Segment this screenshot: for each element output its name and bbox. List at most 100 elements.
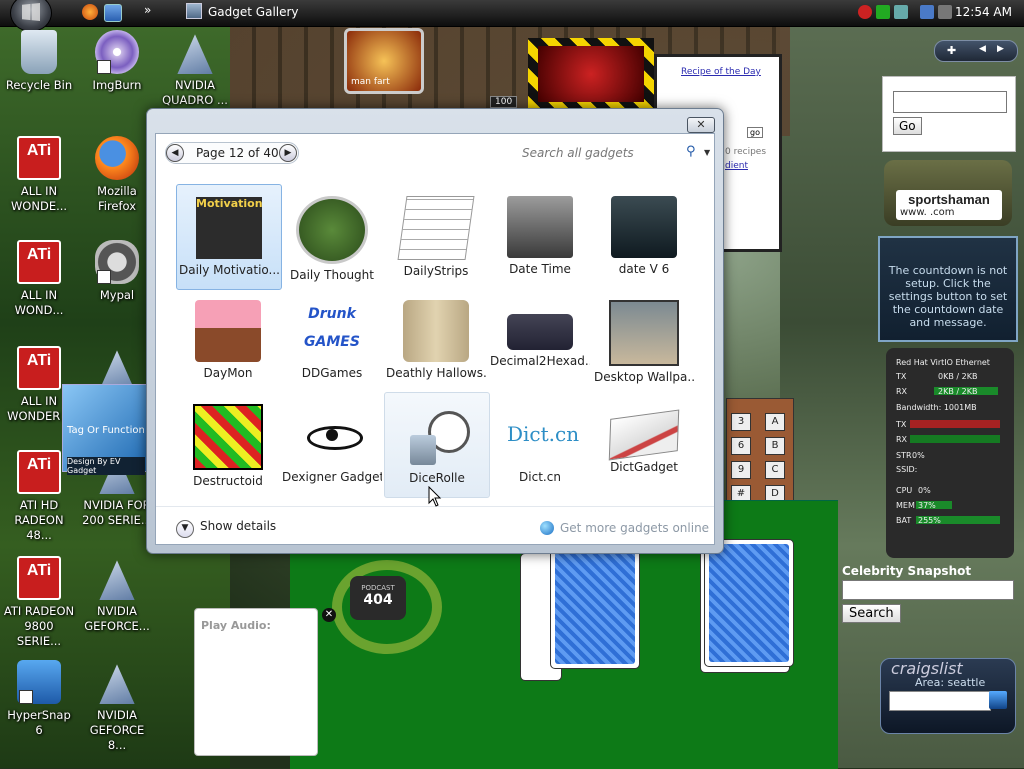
imgburn-icon [95, 30, 139, 74]
desktop-icon-label: ALL IN WONDE... [10, 184, 68, 213]
mem-label: MEM [896, 501, 915, 510]
hazard-gadget[interactable] [528, 38, 654, 110]
desktop-icon-ati-radeon-9800[interactable]: ATi ATI RADEON 9800 SERIE... [2, 556, 76, 649]
gadget-tile-ddgames[interactable]: Drunk GAMES DDGames [280, 288, 384, 392]
volume-muted-icon[interactable] [938, 5, 952, 19]
previous-page-button[interactable]: ◀ [166, 144, 184, 162]
add-gadget-icon[interactable]: ✚ [947, 44, 956, 57]
search-gadget: Go [882, 76, 1016, 152]
keypad-key[interactable]: C [765, 461, 785, 479]
desktop-icon-recycle-bin[interactable]: Recycle Bin [2, 30, 76, 93]
recipe-ingredient-link[interactable]: dient [725, 161, 748, 171]
search-icon[interactable]: ⚲ [686, 144, 696, 159]
tag-or-function-gadget[interactable]: Tag Or Function Design By EV Gadget [62, 384, 150, 475]
gadget-tile-decimal2hex[interactable]: Decimal2Hexad... [488, 288, 592, 392]
close-button[interactable]: ✕ [687, 117, 715, 133]
desktop-icon-nvidia-geforce-8[interactable]: NVIDIA GEFORCE 8... [80, 660, 154, 753]
close-icon[interactable]: ✕ [322, 608, 336, 622]
podcast-404-gadget[interactable]: PODCAST 404 [324, 556, 442, 654]
taskbar: » Gadget Gallery 12:54 AM [0, 0, 1024, 32]
desktop-icon-nvidia-geforce[interactable]: NVIDIA GEFORCE... [80, 556, 154, 634]
security-alert-icon[interactable] [858, 5, 872, 19]
gadget-tile-dictgadget[interactable]: DictGadget [592, 392, 696, 496]
craigslist-area: Area: seattle [915, 676, 986, 689]
gadget-tile-daymon[interactable]: DayMon [176, 288, 280, 392]
gadget-tile-label: DictGadget [610, 460, 678, 474]
desktop-icon-all-in-wond[interactable]: ATi ALL IN WOND... [2, 240, 76, 318]
keypad-key[interactable]: 6 [731, 437, 751, 455]
desktop-icon-hypersnap[interactable]: HyperSnap 6 [2, 660, 76, 738]
desktop-icon-firefox[interactable]: Mozilla Firefox [80, 136, 154, 214]
desktop-icon-imgburn[interactable]: ImgBurn [80, 30, 154, 93]
tx2-label: TX [896, 420, 907, 429]
next-page-button[interactable]: ▶ [279, 144, 297, 162]
desktop-icon-label: NVIDIA GEFORCE... [84, 604, 150, 633]
gadget-tile-destructoid[interactable]: Destructoid [176, 392, 280, 496]
gadget-tile-dicerolle[interactable]: DiceRolle [384, 392, 490, 498]
keypad-key[interactable]: A [765, 413, 785, 431]
taskbar-button-gadget-gallery[interactable]: Gadget Gallery [180, 2, 340, 23]
craigslist-search-input[interactable] [889, 691, 991, 711]
tx-value: 0KB / 2KB [938, 372, 978, 381]
nvidia-icon [177, 34, 213, 74]
quicklaunch-firefox-icon[interactable] [82, 4, 98, 20]
shield-check-icon[interactable] [876, 5, 890, 19]
network-icon[interactable] [920, 5, 934, 19]
keypad-key[interactable]: 3 [731, 413, 751, 431]
gadget-tile-dexigner[interactable]: Dexigner Gadget [280, 392, 384, 496]
gadget-tile-date-time[interactable]: Date Time [488, 184, 592, 288]
card-back[interactable] [704, 539, 794, 667]
craigslist-gadget: craigslist Area: seattle [880, 658, 1016, 734]
show-details-button[interactable]: ▼ Show details [176, 519, 276, 538]
keypad-key[interactable]: B [765, 437, 785, 455]
date-time-thumbnail [507, 196, 573, 258]
search-icon[interactable] [989, 691, 1007, 709]
gadget-tile-dictcn[interactable]: Dict.cn Dict.cn [488, 392, 592, 496]
book-icon [608, 409, 680, 461]
decimal2hex-thumbnail [507, 314, 573, 350]
chevron-down-icon[interactable]: ▼ [704, 148, 710, 157]
shortcut-arrow-icon [97, 60, 111, 74]
card-back[interactable] [550, 541, 640, 669]
previous-page-icon[interactable]: ◀ [979, 44, 986, 54]
daymon-cake-thumbnail [195, 300, 261, 362]
gadget-tile-deathly-hallows[interactable]: Deathly Hallows... [384, 288, 488, 392]
get-more-gadgets-link[interactable]: Get more gadgets online [540, 521, 709, 535]
celebrity-snapshot-gadget: Celebrity Snapshot Search [842, 564, 1014, 623]
countdown-gadget[interactable]: The countdown is not setup. Click the se… [878, 236, 1018, 342]
tray-app-icon[interactable] [894, 5, 908, 19]
search-input[interactable] [893, 91, 1007, 113]
quicklaunch-show-desktop-icon[interactable] [104, 4, 122, 22]
clock[interactable]: 12:54 AM [955, 5, 1012, 19]
quicklaunch-more-button[interactable]: » [144, 3, 151, 17]
rx-value: 2KB / 2KB [938, 387, 978, 396]
recipe-title-link[interactable]: Recipe of the Day [681, 67, 761, 77]
bat-value: 255% [918, 516, 941, 525]
next-page-icon[interactable]: ▶ [997, 44, 1004, 54]
rx2-label: RX [896, 435, 908, 444]
keypad-key[interactable]: 9 [731, 461, 751, 479]
desktop-icon-all-in-wonder[interactable]: ATi ALL IN WONDE... [2, 136, 76, 214]
celebrity-search-input[interactable] [842, 580, 1014, 600]
gadget-tile-daily-thought[interactable]: Daily Thought [280, 184, 384, 288]
recipe-go-button[interactable]: go [747, 127, 763, 138]
gadget-search-input[interactable]: Search all gadgets [522, 146, 634, 160]
chevron-down-icon: ▼ [176, 520, 194, 538]
rx2-bar [910, 435, 1000, 443]
desktop-icon-mypal[interactable]: Mypal [80, 240, 154, 303]
celebrity-search-button[interactable]: Search [842, 604, 901, 623]
sidebar-controls: ✚ ◀ ▶ [934, 40, 1018, 62]
desktop-icon-label: ALL IN WOND... [14, 288, 64, 317]
gadget-tile-dailystrips[interactable]: DailyStrips [384, 184, 488, 288]
recycle-bin-icon [21, 30, 57, 74]
cpu-value: 0% [918, 486, 931, 495]
show-details-label: Show details [200, 519, 277, 533]
gadget-tile-desktop-wallpaper[interactable]: Desktop Wallpa... [592, 288, 696, 392]
man-fart-gadget[interactable]: man fart [344, 28, 424, 94]
desktop-icon-nvidia-quadro[interactable]: NVIDIA QUADRO ... [158, 30, 232, 108]
go-button[interactable]: Go [893, 117, 922, 135]
sportshaman-url: www. .com [900, 207, 955, 218]
gadget-tile-date-v6[interactable]: date V 6 [592, 184, 696, 288]
gadget-tile-daily-motivation[interactable]: Motivation Daily Motivatio... [176, 184, 282, 290]
sportshaman-gadget[interactable]: sportshaman www. .com [884, 160, 1012, 226]
